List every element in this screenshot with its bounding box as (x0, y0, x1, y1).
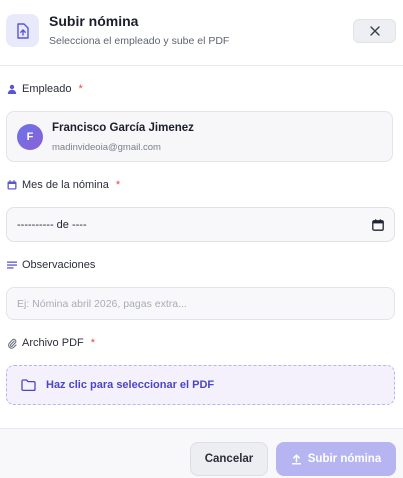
employee-email: madinvideoia@gmail.com (52, 142, 161, 153)
modal-title: Subir nómina (49, 13, 139, 29)
folder-icon (21, 379, 36, 391)
cancel-button[interactable]: Cancelar (190, 442, 268, 476)
upload-file-icon (6, 14, 39, 47)
submit-button[interactable]: Subir nómina (276, 442, 396, 476)
user-icon (6, 84, 17, 95)
employee-label: Empleado * (6, 83, 83, 95)
modal-subtitle: Selecciona el empleado y sube el PDF (49, 35, 230, 47)
calendar-icon (6, 180, 17, 191)
calendar-picker-icon[interactable] (372, 219, 384, 231)
month-label: Mes de la nómina * (6, 179, 120, 191)
modal-header: Subir nómina Selecciona el empleado y su… (0, 0, 403, 66)
lines-icon (6, 260, 17, 271)
month-date-value: ---------- de ---- (17, 218, 87, 231)
month-date-input[interactable]: ---------- de ---- (6, 207, 395, 242)
avatar: F (17, 124, 43, 150)
pdf-label: Archivo PDF * (6, 337, 95, 349)
submit-label: Subir nómina (307, 453, 382, 465)
modal-footer: Cancelar Subir nómina (0, 428, 403, 478)
notes-label: Observaciones (6, 259, 95, 271)
dropzone-text: Haz clic para seleccionar el PDF (46, 379, 215, 391)
close-button[interactable] (353, 19, 396, 43)
paperclip-icon (6, 338, 17, 349)
close-icon (369, 26, 380, 36)
pdf-dropzone[interactable]: Haz clic para seleccionar el PDF (6, 365, 395, 405)
upload-icon (291, 453, 301, 464)
employee-name: Francisco García Jimenez (52, 122, 194, 134)
employee-card[interactable]: F Francisco García Jimenez madinvideoia@… (6, 111, 393, 162)
notes-input[interactable] (6, 287, 395, 320)
